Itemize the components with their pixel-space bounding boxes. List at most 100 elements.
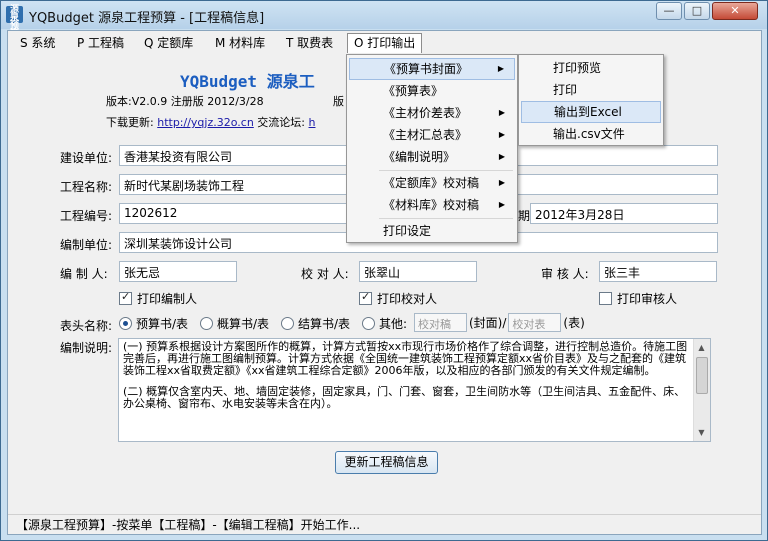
radio-settlement-label: 结算书/表 [298,317,351,331]
forum-link[interactable]: h [309,116,316,129]
checkbox-box[interactable] [359,290,372,305]
project-label: 工程名称: [60,180,113,194]
author-label: 编 制 人: [60,267,108,281]
print-author-checkbox[interactable]: 打印编制人 [119,290,197,307]
chevron-right-icon: ▶ [497,64,504,73]
close-button[interactable]: ✕ [712,2,758,20]
radio-circle[interactable] [281,317,294,330]
checkbox-box[interactable] [599,292,612,305]
reviewer-label: 审 核 人: [541,267,589,281]
radio-settlement[interactable]: 结算书/表 [281,315,350,332]
chevron-right-icon: ▶ [498,152,505,161]
dd-notes-label: 《编制说明》 [383,150,456,164]
radio-circle[interactable] [200,317,213,330]
radio-circle[interactable] [119,317,132,330]
print-checker-checkbox[interactable]: 打印校对人 [359,290,437,307]
menu-quota-library[interactable]: Q 定额库 [138,33,199,53]
builder-label: 建设单位: [60,151,113,165]
print-checker-label: 打印校对人 [377,292,438,306]
radio-estimate-label: 概算书/表 [217,317,270,331]
radio-budget-label: 预算书/表 [136,317,189,331]
notes-textarea[interactable]: (一) 预算系根据设计方案图所作的概算，计算方式暂按xx市现行市场价格作了综合调… [118,338,711,442]
menu-print-output[interactable]: O 打印输出 [347,33,423,53]
header-name-label: 表头名称: [60,319,113,333]
dd-material-diff[interactable]: 《主材价差表》 ▶ [349,102,515,124]
print-output-dropdown: 《预算书封面》 ▶ 《预算表》 《主材价差表》 ▶ 《主材汇总表》 ▶ 《编制说明》 ▶… [346,54,518,243]
dd-budget-cover-label: 《预算书封面》 [384,62,469,76]
dd-print-settings-label: 打印设定 [383,224,432,238]
radio-circle[interactable] [362,317,375,330]
print-reviewer-label: 打印审核人 [617,292,678,306]
dd-quota-proof[interactable]: 《定额库》校对稿 ▶ [349,172,515,194]
author-field[interactable]: 张无忌 [119,261,237,282]
scroll-down-icon[interactable]: ▼ [697,427,706,439]
dd-notes[interactable]: 《编制说明》 ▶ [349,146,515,168]
app-logo-icon: 源泉预算 [6,6,23,39]
code-label: 工程编号: [60,209,113,223]
radio-other[interactable]: 其他: [362,315,407,332]
chevron-right-icon: ▶ [498,130,505,139]
dd-material-diff-label: 《主材价差表》 [383,106,468,120]
download-link[interactable]: http://yqjz.32o.cn [157,116,254,129]
update-project-info-button[interactable]: 更新工程稿信息 [335,451,438,474]
notes-paragraph-1: (一) 预算系根据设计方案图所作的概算，计算方式暂按xx市现行市场价格作了综合调… [123,340,688,377]
download-label: 下载更新: [106,116,154,129]
dd-material-summary[interactable]: 《主材汇总表》 ▶ [349,124,515,146]
radio-estimate[interactable]: 概算书/表 [200,315,269,332]
app-window: 源泉预算 YQBudget 源泉工程预算 - [工程稿信息] — □ ✕ S 系… [0,0,768,541]
dd-quota-proof-label: 《定额库》校对稿 [383,176,480,190]
version-info-suffix: 版 [333,95,344,108]
app-title: YQBudget 源泉工 [180,72,315,91]
radio-other-label: 其他: [379,317,408,331]
dd-material-summary-label: 《主材汇总表》 [383,128,468,142]
print-reviewer-checkbox[interactable]: 打印审核人 [599,290,677,307]
dd-print-settings[interactable]: 打印设定 [349,220,515,242]
other-inputs: 校对稿 (封面)/ 校对表 (表) [414,313,585,332]
other-table-input[interactable]: 校对表 [508,313,562,332]
chevron-right-icon: ▶ [498,108,505,117]
notes-paragraph-2: (二) 概算仅含室内天、地、墙固定装修，固定家具，门、门套、窗套，卫生间防水等（… [123,385,686,410]
notes-label: 编制说明: [60,341,113,355]
chevron-right-icon: ▶ [498,200,505,209]
dd-budget-table[interactable]: 《预算表》 [349,80,515,102]
sub-export-excel[interactable]: 输出到Excel [521,101,661,123]
notes-scrollbar[interactable]: ▲ ▼ [693,339,710,441]
menu-fee-table[interactable]: T 取费表 [280,33,339,53]
org-label: 编制单位: [60,238,113,252]
table-suffix: (表) [563,316,585,330]
chevron-right-icon: ▶ [498,178,505,187]
sub-print[interactable]: 打印 [521,79,661,101]
other-cover-input[interactable]: 校对稿 [414,313,467,332]
scroll-up-icon[interactable]: ▲ [697,342,706,354]
sub-print-preview[interactable]: 打印预览 [521,57,661,79]
sub-export-csv[interactable]: 输出.csv文件 [521,123,661,145]
scroll-thumb[interactable] [696,357,708,394]
minimize-button[interactable]: — [656,2,682,20]
radio-budget[interactable]: 预算书/表 [119,315,188,332]
cover-submenu: 打印预览 打印 输出到Excel 输出.csv文件 [518,54,664,146]
download-line: 下载更新: http://yqjz.32o.cn 交流论坛: h [106,114,316,130]
reviewer-field[interactable]: 张三丰 [599,261,717,282]
checkbox-box[interactable] [119,290,132,305]
checker-field[interactable]: 张翠山 [359,261,477,282]
title-bar[interactable]: 源泉预算 YQBudget 源泉工程预算 - [工程稿信息] — □ ✕ [1,1,767,39]
menu-separator [379,218,513,219]
dd-material-proof-label: 《材料库》校对稿 [383,198,480,212]
window-title: YQBudget 源泉工程预算 - [工程稿信息] [29,11,265,26]
dd-budget-table-label: 《预算表》 [383,84,444,98]
date-field[interactable]: 2012年3月28日 [530,203,718,224]
forum-label: 交流论坛: [257,116,306,129]
print-author-label: 打印编制人 [137,292,198,306]
menu-separator [379,170,513,171]
menu-material-library[interactable]: M 材料库 [209,33,271,53]
menu-system[interactable]: S 系统 [14,33,61,53]
dd-budget-cover[interactable]: 《预算书封面》 ▶ [349,58,515,80]
maximize-button[interactable]: □ [684,2,710,20]
version-info: 版本:V2.0.9 注册版 2012/3/28 [106,95,264,108]
cover-suffix: (封面)/ [469,316,507,330]
status-bar: 【源泉工程预算】-按菜单【工程稿】-【编辑工程稿】开始工作... [8,514,761,534]
checker-label: 校 对 人: [301,267,349,281]
dd-material-proof[interactable]: 《材料库》校对稿 ▶ [349,194,515,216]
menu-project[interactable]: P 工程稿 [71,33,130,53]
menu-bar: S 系统 P 工程稿 Q 定额库 M 材料库 T 取费表 O 打印输出 [8,31,761,55]
